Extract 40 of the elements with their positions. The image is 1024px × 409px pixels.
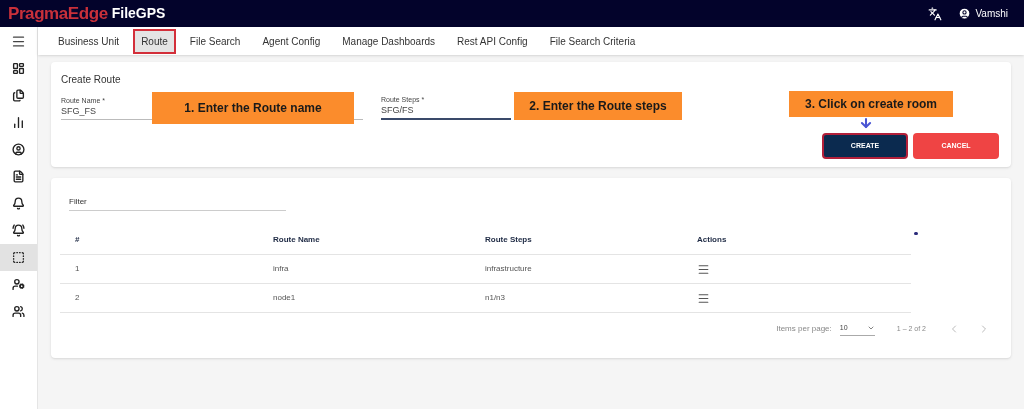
nav-tab[interactable]: Business Unit [50, 28, 128, 54]
items-per-page-label: Items per page: [776, 323, 832, 336]
product-name: FileGPS [111, 4, 166, 23]
table-cell-text: 1 [74, 263, 81, 275]
instruction-tooltip: 2. Enter the Route steps [514, 92, 682, 120]
document-icon [12, 170, 25, 183]
nav-tab[interactable]: Rest API Config [449, 28, 536, 54]
filter-field[interactable]: Filter [69, 196, 286, 211]
user-name[interactable]: Vamshi [975, 6, 1008, 21]
column-header: Route Name [273, 233, 321, 246]
nav-tab[interactable]: File Search [181, 28, 249, 54]
card-title: Create Route [61, 73, 122, 87]
user-gear-icon [12, 278, 25, 291]
nav-tab[interactable]: Route [133, 28, 176, 54]
menu-icon[interactable] [11, 33, 26, 49]
instruction-tooltip: 1. Enter the Route name [152, 92, 354, 124]
nav-tab[interactable]: File Search Criteria [541, 28, 644, 54]
table-cell-text: 2 [74, 292, 81, 304]
people-icon [12, 305, 25, 318]
brand-logo: PragmaEdge [8, 2, 108, 25]
actions-menu-icon[interactable] [697, 291, 710, 305]
column-header: Actions [697, 233, 728, 246]
files-icon [12, 89, 25, 102]
column-header: Route Steps [485, 233, 533, 246]
dashboard-icon [12, 62, 25, 75]
column-header: # [74, 233, 81, 246]
account-icon [12, 143, 25, 156]
bell-icon [12, 197, 25, 210]
table-cell-text: infrastructure [485, 263, 533, 275]
translate-icon[interactable] [928, 6, 943, 21]
instruction-tooltip: 3. Click on create room [789, 91, 953, 117]
table-cell-text: n1/n3 [485, 292, 507, 304]
bar-chart-icon [12, 116, 25, 129]
table-cell-text: infra [273, 263, 290, 275]
account-icon[interactable] [958, 7, 972, 20]
nav-tab[interactable]: Manage Dashboards [334, 28, 444, 54]
nav-tab[interactable]: Agent Config [254, 28, 329, 54]
actions-menu-icon[interactable] [697, 262, 710, 276]
table-cell-text: node1 [273, 292, 297, 304]
bell-icon [12, 224, 25, 237]
